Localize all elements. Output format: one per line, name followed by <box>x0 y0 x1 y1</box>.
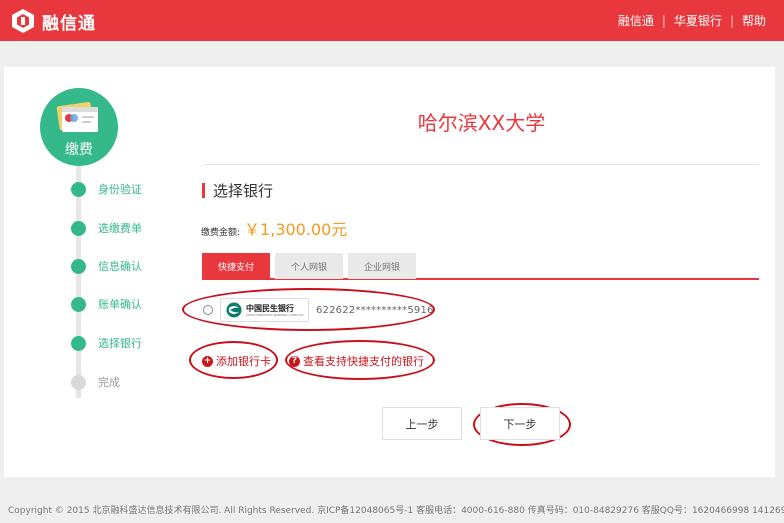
nav-link-help[interactable]: 帮助 <box>742 12 766 29</box>
nav-link-rongxintong[interactable]: 融信通 <box>618 12 654 29</box>
main-card: 缴费 身份验证 选缴费单 信息确认 账单确认 选择银行 完成 哈尔滨XX大学 选… <box>4 67 775 477</box>
payment-tabs: 快捷支付 个人网银 企业网银 <box>202 253 759 280</box>
payment-badge: 缴费 <box>40 88 118 166</box>
add-card-label: 添加银行卡 <box>216 355 271 368</box>
step-dot <box>71 258 86 274</box>
title-accent-bar <box>202 183 205 198</box>
step-dot <box>71 220 86 236</box>
payment-amount: 缴费金额: ￥1,300.00元 <box>201 216 347 240</box>
view-banks-label: 查看支持快捷支付的银行 <box>303 355 424 368</box>
school-name: 哈尔滨XX大学 <box>417 111 546 135</box>
view-supported-banks-link[interactable]: ? 查看支持快捷支付的银行 <box>289 353 424 369</box>
add-bank-card-link[interactable]: + 添加银行卡 <box>202 353 271 369</box>
nav-separator: | <box>661 13 666 28</box>
step-label: 信息确认 <box>98 260 142 273</box>
logo[interactable]: 融信通 <box>10 8 96 34</box>
step-label: 完成 <box>98 376 120 389</box>
progress-track <box>76 166 81 398</box>
section-title-text: 选择银行 <box>213 182 274 200</box>
question-icon: ? <box>289 355 300 367</box>
nav-link-huaxia-bank[interactable]: 华夏银行 <box>674 12 722 29</box>
tab-personal-banking[interactable]: 个人网银 <box>275 253 343 279</box>
logo-text: 融信通 <box>42 13 96 34</box>
logo-icon <box>10 8 36 34</box>
divider <box>204 164 759 165</box>
step-label: 账单确认 <box>98 298 142 311</box>
step-label: 身份验证 <box>98 183 142 196</box>
amount-label: 缴费金额: <box>201 228 241 238</box>
step-dot <box>71 335 86 351</box>
tab-corporate-banking[interactable]: 企业网银 <box>348 253 416 279</box>
section-title: 选择银行 <box>202 180 273 201</box>
step-label: 选缴费单 <box>98 222 142 235</box>
top-header: 融信通 融信通 | 华夏银行 | 帮助 <box>0 0 784 41</box>
step-dot <box>71 374 86 390</box>
step-info-confirm: 信息确认 <box>71 258 142 274</box>
badge-label: 缴费 <box>65 142 93 158</box>
step-select-bank: 选择银行 <box>71 335 142 351</box>
nav-separator: | <box>729 13 734 28</box>
tab-quick-pay[interactable]: 快捷支付 <box>202 253 270 279</box>
step-bill-confirm: 账单确认 <box>71 296 142 312</box>
step-complete: 完成 <box>71 374 120 390</box>
plus-icon: + <box>202 355 213 367</box>
step-dot <box>71 181 86 197</box>
step-dot <box>71 296 86 312</box>
next-step-button[interactable]: 下一步 <box>480 407 560 440</box>
prev-step-button[interactable]: 上一步 <box>382 407 462 440</box>
amount-value: ￥1,300.00元 <box>244 220 348 239</box>
top-nav: 融信通 | 华夏银行 | 帮助 <box>618 12 766 29</box>
annotation-oval-bank <box>182 288 435 331</box>
step-identity: 身份验证 <box>71 181 142 197</box>
step-select-bill: 选缴费单 <box>71 220 142 236</box>
step-label: 选择银行 <box>98 337 142 350</box>
footer-copyright: Copyright © 2015 北京融科盛达信息技术有限公司. All Rig… <box>8 506 784 516</box>
